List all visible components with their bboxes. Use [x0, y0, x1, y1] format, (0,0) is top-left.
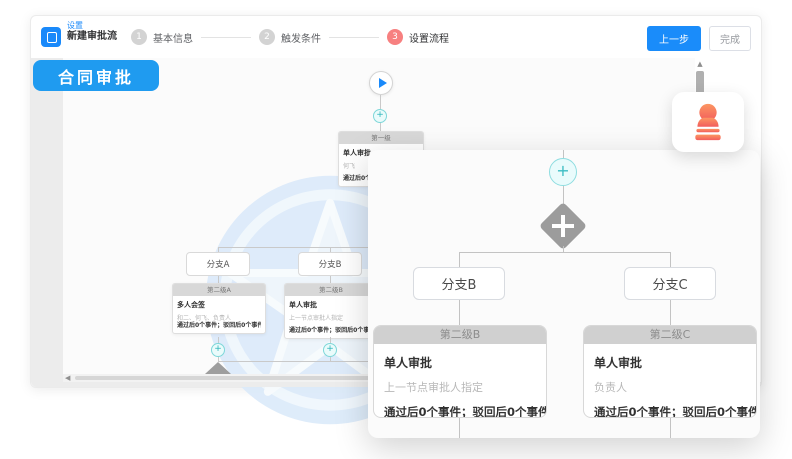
step-connector	[201, 37, 251, 38]
play-icon	[379, 78, 387, 88]
node-events: 通过后0个事件；驳回后0个事件	[594, 404, 746, 418]
node-type: 单人审批	[384, 354, 536, 371]
node-events: 通过后0个事件；驳回后0个事件	[289, 325, 373, 334]
step-1-label: 基本信息	[153, 30, 193, 45]
add-node-button[interactable]: +	[323, 343, 337, 357]
stamp-card[interactable]	[672, 92, 744, 152]
node-assignee: 负责人	[594, 379, 746, 395]
wizard-steps: 1 基本信息 2 触发条件 3 设置流程	[131, 16, 457, 58]
flow-name-tag: 合同审批	[33, 60, 159, 91]
add-node-button[interactable]: +	[373, 109, 387, 123]
step-1-circle[interactable]: 1	[131, 29, 147, 45]
finish-button[interactable]: 完成	[709, 26, 751, 51]
wizard-topbar: 设置 新建审批流 1 基本信息 2 触发条件 3 设置流程 上一步 完成	[31, 16, 761, 59]
canvas-left-gutter	[31, 58, 63, 387]
branch-b-button[interactable]: 分支B	[413, 267, 505, 300]
step-3-circle[interactable]: 3	[387, 29, 403, 45]
zoomed-flow-panel: + 分支B 分支C 第二级B 单人审批 上一节点审批人指定 通过后0个事件；驳回…	[368, 150, 760, 438]
step-connector	[329, 37, 379, 38]
app-section-label: 设置	[67, 21, 117, 31]
stamp-icon	[690, 103, 726, 141]
branch-a-button[interactable]: 分支A	[186, 252, 250, 276]
level2c-node-card[interactable]: 第二级C 单人审批 负责人 通过后0个事件；驳回后0个事件	[583, 325, 757, 418]
level2b-node-card[interactable]: 第二级B 单人审批 上一节点审批人指定 通过后0个事件；驳回后0个事件	[373, 325, 547, 418]
node-title: 第二级B	[285, 284, 377, 296]
branch-c-button[interactable]: 分支C	[624, 267, 716, 300]
step-2-circle[interactable]: 2	[259, 29, 275, 45]
node-title: 第二级B	[374, 326, 546, 344]
node-title: 第二级C	[584, 326, 756, 344]
screen: 设置 新建审批流 1 基本信息 2 触发条件 3 设置流程 上一步 完成	[0, 0, 792, 459]
node-events: 通过后0个事件；驳回后0个事件	[177, 320, 261, 329]
node-title: 第一级	[339, 132, 423, 144]
node-title: 第二级A	[173, 284, 265, 296]
prev-step-button[interactable]: 上一步	[647, 26, 701, 51]
node-assignee: 上一节点审批人指定	[384, 379, 536, 395]
node-assignee: 上一节点审批人指定	[289, 313, 373, 322]
add-node-button[interactable]: +	[211, 343, 225, 357]
node-type: 单人审批	[594, 354, 746, 371]
end-triangle-icon	[205, 362, 231, 374]
branch-b-button[interactable]: 分支B	[298, 252, 362, 276]
scroll-up-icon[interactable]: ▲	[695, 60, 705, 68]
step-2-label: 触发条件	[281, 30, 321, 45]
step-3-label: 设置流程	[409, 30, 449, 45]
page-title: 新建审批流	[67, 31, 117, 44]
scroll-left-icon[interactable]: ◀	[65, 374, 70, 382]
level2b-node-card[interactable]: 第二级B 单人审批 上一节点审批人指定 通过后0个事件；驳回后0个事件	[284, 283, 378, 339]
app-icon	[41, 27, 61, 47]
node-type: 单人审批	[289, 300, 373, 310]
level2a-node-card[interactable]: 第二级A 多人会签 和二、何飞、负责人 通过后0个事件；驳回后0个事件	[172, 283, 266, 334]
node-events: 通过后0个事件；驳回后0个事件	[384, 404, 536, 418]
condition-merge-node[interactable]	[539, 202, 587, 250]
node-type: 多人会签	[177, 300, 261, 310]
start-node[interactable]	[369, 71, 393, 95]
add-node-button[interactable]: +	[549, 158, 577, 186]
